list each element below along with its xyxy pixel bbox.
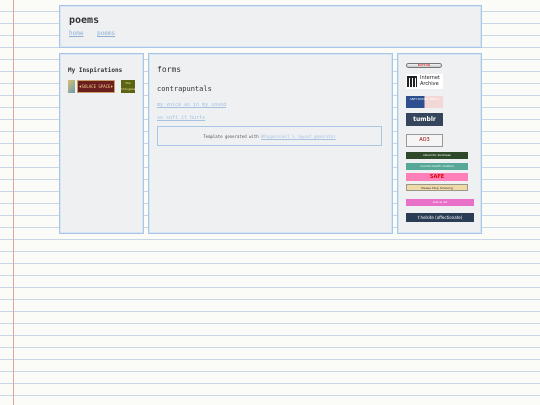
ao3-badge[interactable]: AO3	[406, 134, 443, 147]
archive-label-2: Archive	[420, 81, 439, 87]
internet-archive-badge[interactable]: Internet Archive	[406, 74, 443, 89]
section-title: contrapuntals	[157, 85, 212, 93]
inspiration-badge-2[interactable]: ♦SOLACE SPACE♦	[77, 80, 115, 93]
archive-building-icon	[407, 76, 417, 87]
inspiration-badge-3[interactable]: the thingmaker	[121, 80, 135, 93]
nav-link-poems[interactable]: poems	[97, 30, 115, 37]
template-credit-link[interactable]: Whippersnell's layout generator	[261, 134, 336, 139]
site-title: poems	[69, 15, 100, 26]
poem-link-1[interactable]: my voice as in my sound	[157, 102, 226, 108]
anti-social-media-badge[interactable]: ANTI SOCIAL MEDIA	[406, 96, 443, 108]
helsite-badge[interactable]: t helsite (affectionate)	[406, 213, 474, 222]
nav-link-home[interactable]: home	[69, 30, 83, 37]
green-badge[interactable]: mental health matters	[406, 163, 468, 170]
safe-badge[interactable]: SAFE	[406, 173, 468, 181]
inspirations-sidebar: My Inspirations ♦SOLACE SPACE♦ the thing…	[59, 53, 144, 234]
header-panel: poems home poems	[59, 5, 482, 48]
template-credit-text: Template generated with	[203, 134, 259, 139]
page-title: forms	[157, 65, 182, 74]
pink-badge[interactable]: anti-ai art	[406, 199, 474, 206]
button-badge[interactable]: BUTTON	[406, 63, 442, 68]
main-content: forms contrapuntals my voice as in my so…	[148, 53, 393, 234]
stand-for-kindness-badge[interactable]: stand for kindness	[406, 152, 468, 159]
poem-link-2[interactable]: so soft it hurts	[157, 115, 205, 121]
please-stop-smoking-badge[interactable]: Please Stop Smoking	[406, 184, 468, 191]
nav-bar: home poems	[69, 30, 125, 37]
tumblr-badge[interactable]: tumblr	[406, 113, 443, 126]
inspiration-badge-1[interactable]	[68, 80, 75, 93]
template-credit: Template generated with Whippersnell's l…	[157, 126, 382, 146]
sidebar-title: My Inspirations	[68, 67, 123, 74]
badges-sidebar: BUTTON Internet Archive ANTI SOCIAL MEDI…	[397, 53, 482, 234]
